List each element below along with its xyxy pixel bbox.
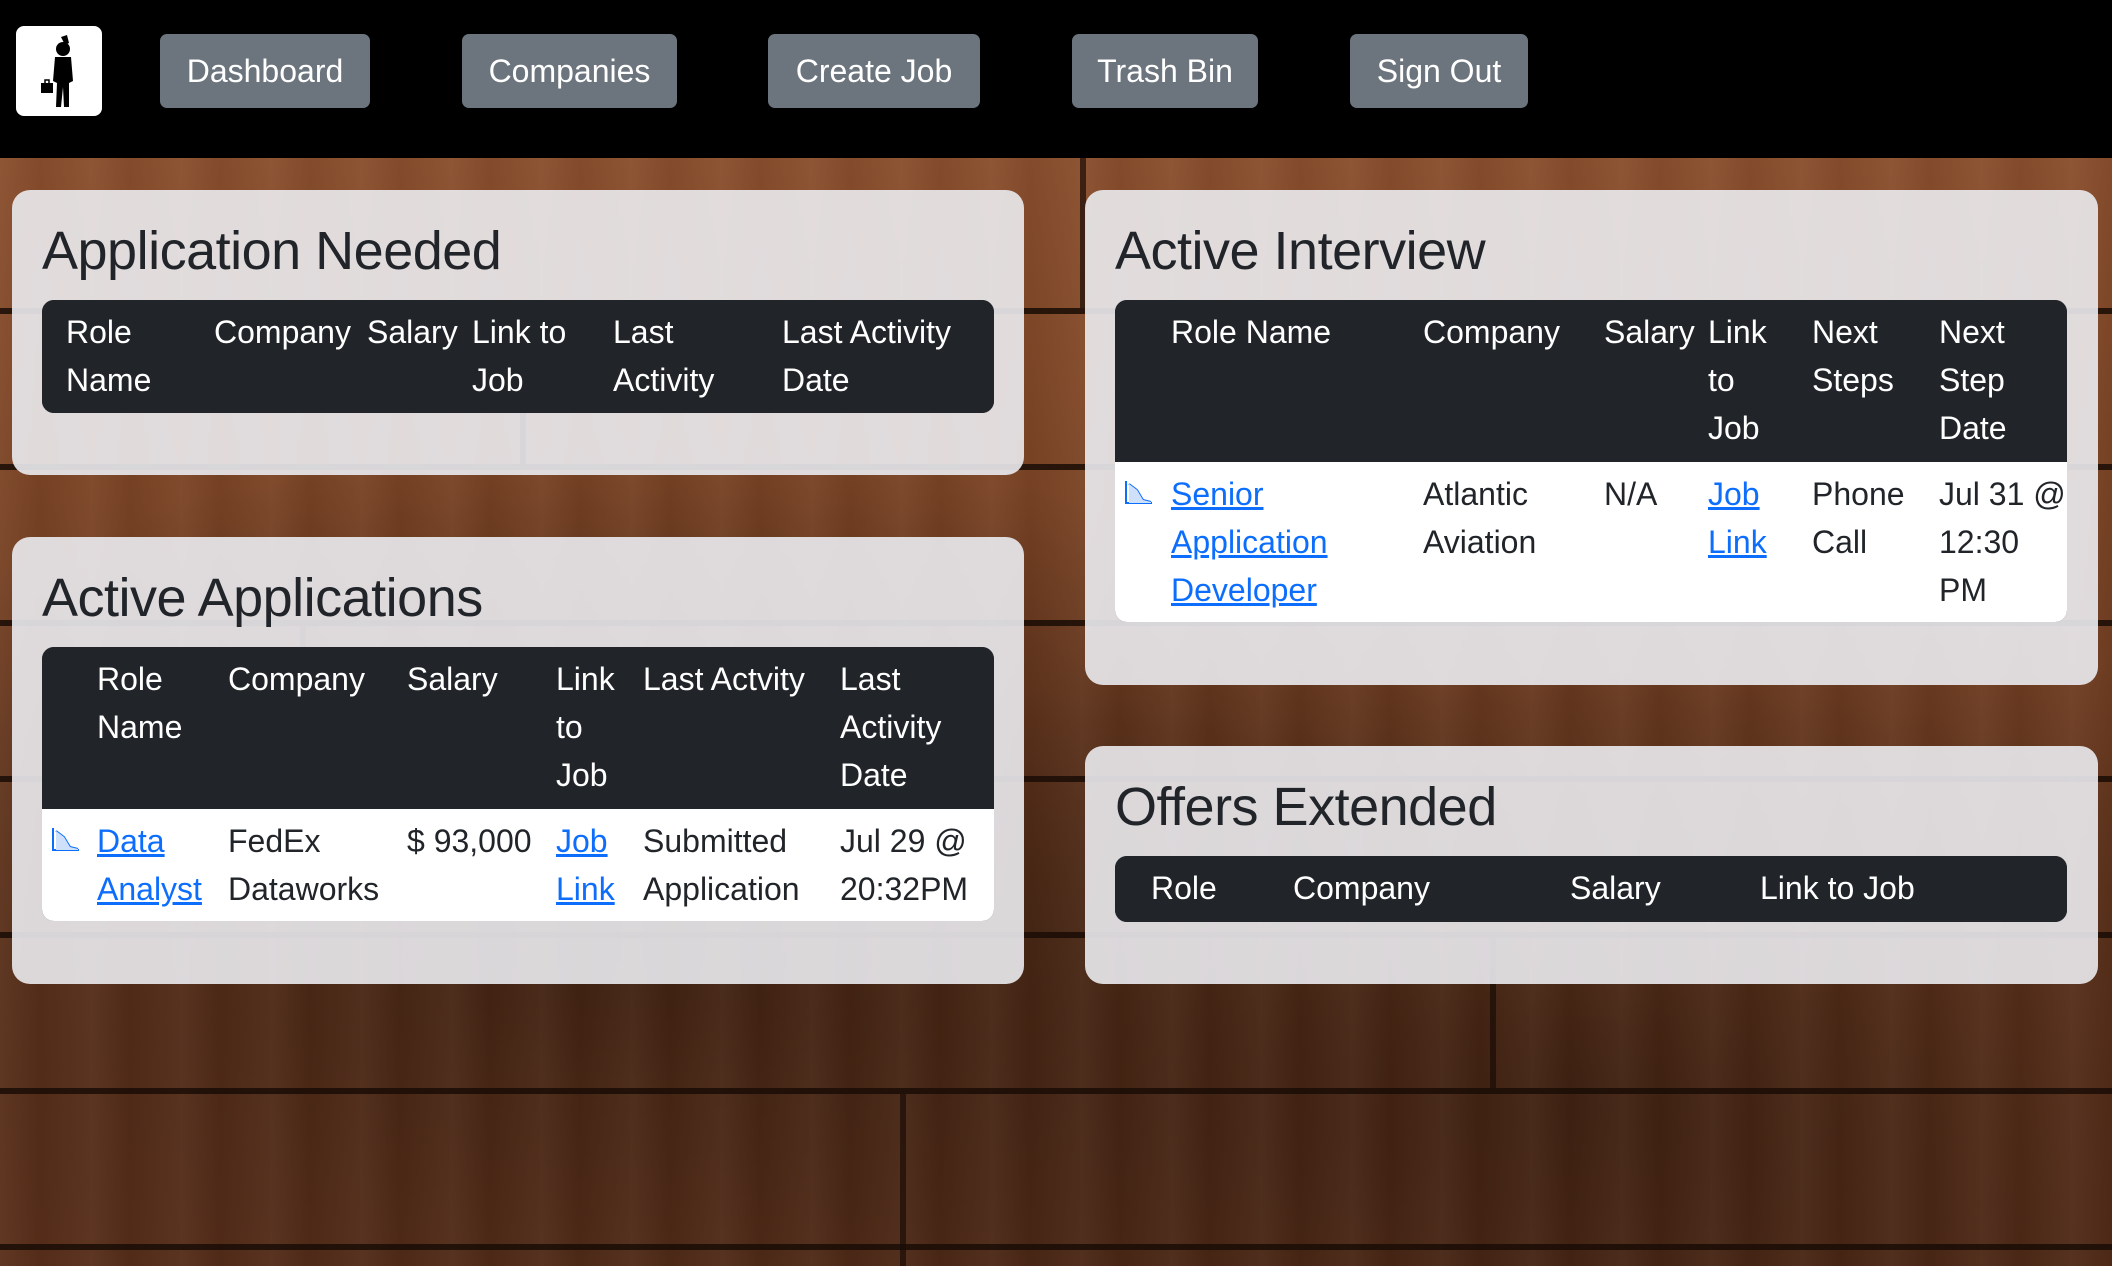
column-header: Role Name [66, 314, 152, 398]
company-cell: Atlantic Aviation [1423, 476, 1537, 560]
column-header: Salary [1570, 870, 1661, 906]
column-header: Next Step Date [1939, 314, 2007, 446]
application-needed-title: Application Needed [42, 221, 502, 281]
sign-out-button[interactable]: Sign Out [1350, 34, 1528, 108]
table-header: Role Company Salary Link to Job [1115, 856, 2067, 922]
navbar: Dashboard Companies Create Job Trash Bin… [0, 0, 2112, 158]
column-header: Next Steps [1812, 314, 1894, 398]
table-header: Role Name Company Salary Link to Job Las… [42, 647, 994, 809]
last-activity-cell: Submitted Application [643, 823, 800, 907]
trash-bin-button[interactable]: Trash Bin [1072, 34, 1258, 108]
salary-cell: $ 93,000 [407, 823, 532, 859]
table-row: Senior Application Developer Atlantic Av… [1115, 462, 2067, 622]
table-header: Role Name Company Salary Link to Job Nex… [1115, 300, 2067, 462]
last-activity-date-cell: Jul 29 @ 20:32PM [840, 823, 969, 907]
column-header: Link to Job [472, 314, 567, 398]
column-header: Salary [407, 661, 498, 697]
offers-extended-table: Role Company Salary Link to Job [1115, 856, 2067, 922]
table-row: Data Analyst FedEx Dataworks $ 93,000 Jo… [42, 809, 994, 921]
column-header: Company [228, 661, 365, 697]
create-job-button[interactable]: Create Job [768, 34, 980, 108]
column-header: Salary [1604, 314, 1695, 350]
role-link[interactable]: Senior Application Developer [1171, 470, 1371, 614]
column-header: Company [1293, 870, 1430, 906]
active-applications-table: Role Name Company Salary Link to Job Las… [42, 647, 994, 921]
column-header: Role Name [1171, 314, 1332, 350]
column-header: Role Name [97, 661, 183, 745]
active-interview-card: Active Interview Role Name Company Salar… [1085, 190, 2098, 685]
company-cell: FedEx Dataworks [228, 823, 380, 907]
offers-extended-title: Offers Extended [1115, 777, 1497, 837]
column-header: Link to Job [1708, 314, 1767, 446]
column-header: Last Activity Date [840, 661, 942, 793]
logo[interactable] [16, 26, 102, 116]
column-header: Role [1151, 870, 1217, 906]
column-header: Link to Job [556, 661, 615, 793]
role-link[interactable]: Data Analyst [97, 817, 207, 913]
salary-cell: N/A [1604, 476, 1658, 512]
active-applications-title: Active Applications [42, 568, 483, 628]
offers-extended-card: Offers Extended Role Company Salary Link… [1085, 746, 2098, 984]
job-link[interactable]: Job Link [556, 817, 626, 913]
column-header: Last Actvity [643, 661, 805, 697]
next-step-date-cell: Jul 31 @ 12:30 PM [1939, 476, 2066, 608]
application-needed-card: Application Needed Role Name Company Sal… [12, 190, 1024, 475]
companies-button[interactable]: Companies [462, 34, 677, 108]
column-header: Last Activity Date [782, 314, 951, 398]
active-interview-title: Active Interview [1115, 221, 1486, 281]
column-header: Link to Job [1760, 870, 1915, 906]
businessman-logo-icon [41, 35, 73, 107]
table-header: Role Name Company Salary Link to Job Las… [42, 300, 994, 413]
application-needed-table: Role Name Company Salary Link to Job Las… [42, 300, 994, 413]
job-link[interactable]: Job Link [1708, 470, 1778, 566]
active-interview-table: Role Name Company Salary Link to Job Nex… [1115, 300, 2067, 622]
column-header: Salary [367, 314, 458, 350]
next-steps-cell: Phone Call [1812, 476, 1905, 560]
column-header: Last Activity [613, 314, 715, 398]
dashboard-button[interactable]: Dashboard [160, 34, 370, 108]
chart-icon[interactable] [1123, 478, 1155, 506]
column-header: Company [214, 314, 351, 350]
chart-icon[interactable] [50, 825, 82, 853]
column-header: Company [1423, 314, 1560, 350]
active-applications-card: Active Applications Role Name Company Sa… [12, 537, 1024, 984]
